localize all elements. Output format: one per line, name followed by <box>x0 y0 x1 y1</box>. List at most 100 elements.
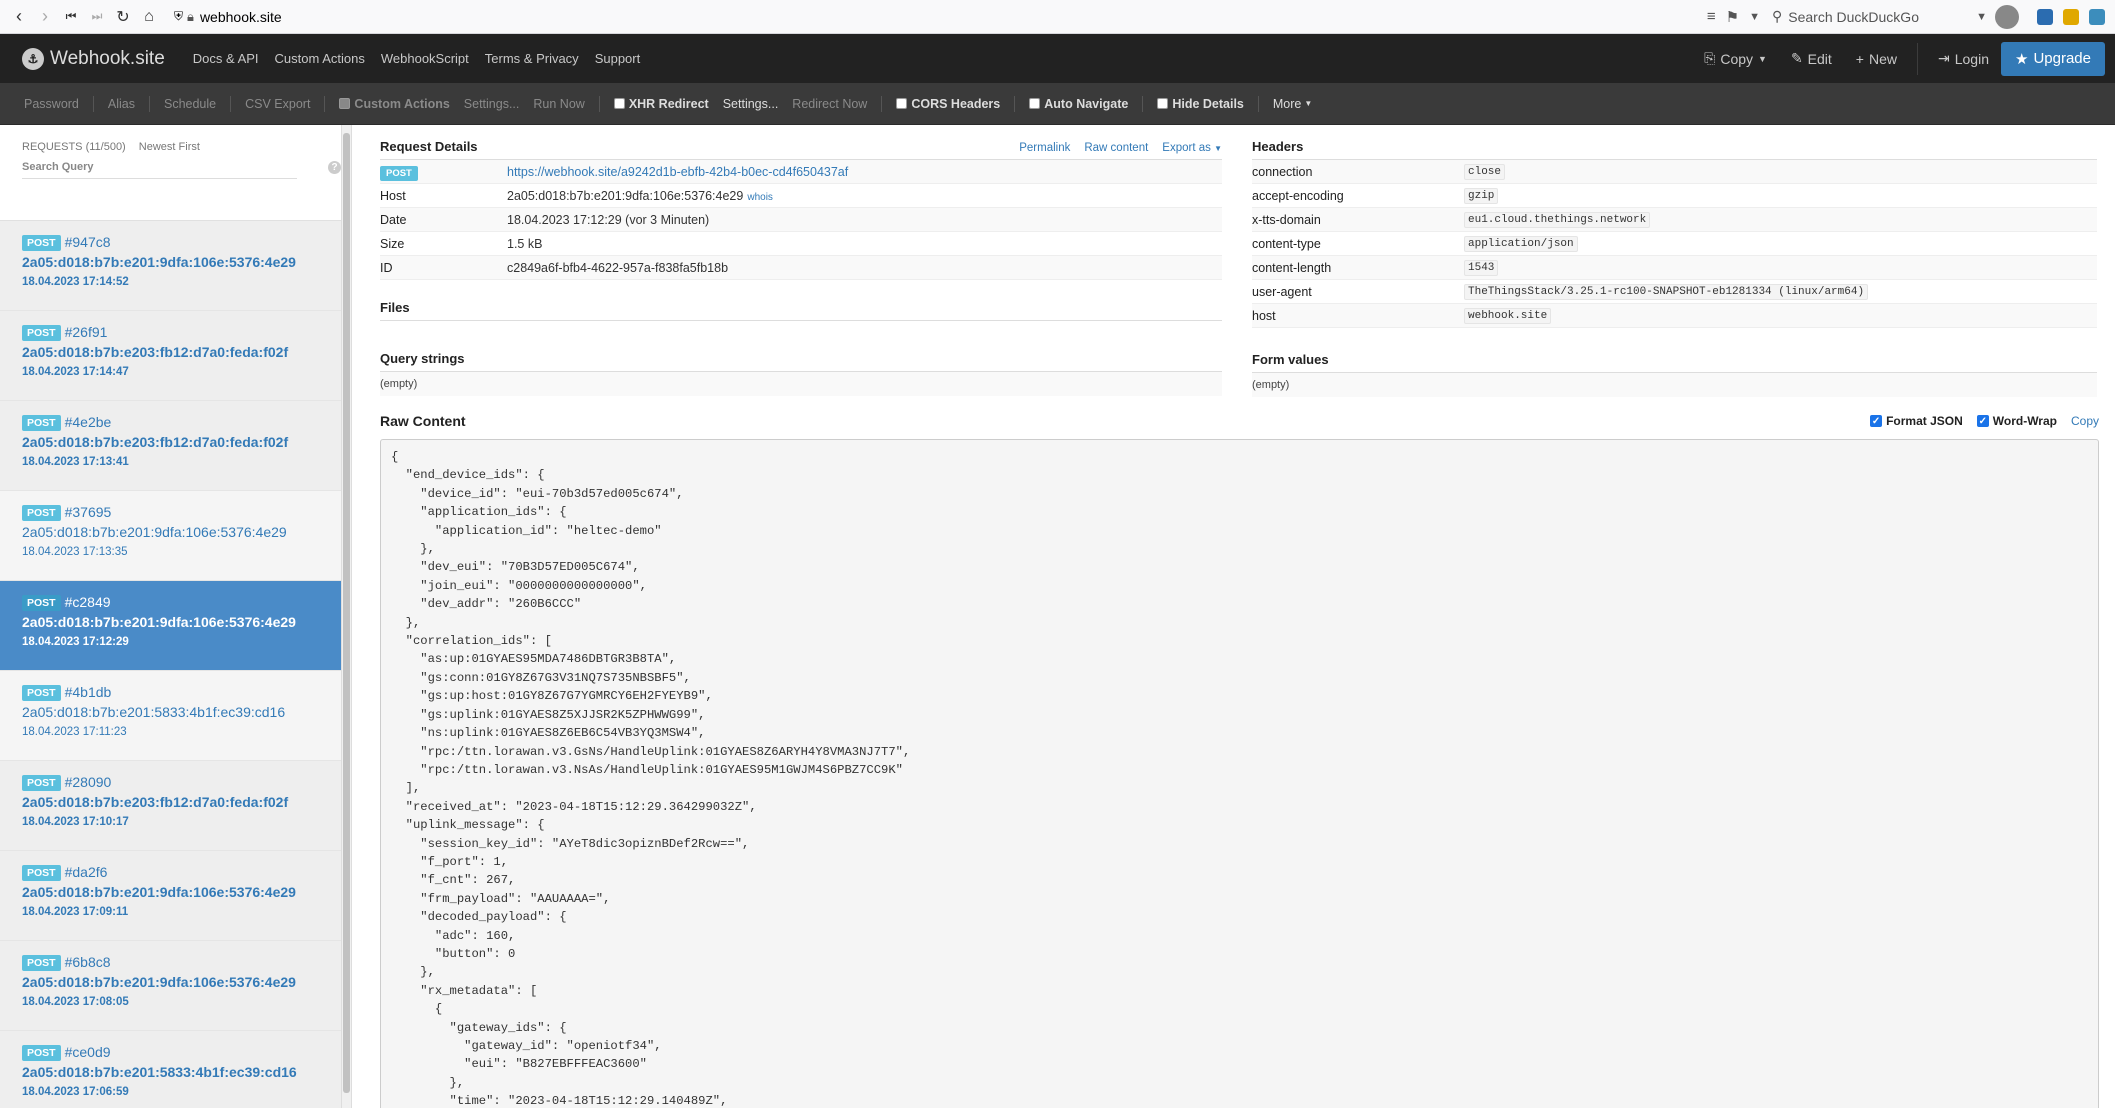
request-details-title: Request Details <box>380 139 478 154</box>
extension-puzzle-icon[interactable] <box>2089 8 2105 25</box>
extension-shield-icon[interactable] <box>2037 8 2053 25</box>
cors-headers-checkbox[interactable] <box>896 98 908 109</box>
toolbar-divider <box>230 95 232 112</box>
request-time: 18.04.2023 17:10:17 <box>22 816 129 828</box>
toolbar-divider <box>324 95 326 112</box>
raw-content-link[interactable]: Raw content <box>1084 142 1148 154</box>
search-query-input[interactable]: Search Query ? <box>22 161 341 179</box>
alias-link[interactable]: Alias <box>108 97 135 111</box>
method-badge: POST <box>22 1045 61 1061</box>
request-id: #947c8 <box>64 234 111 250</box>
header-value: gzip <box>1464 187 1499 204</box>
toolbar-divider <box>1014 95 1016 112</box>
request-list-item[interactable]: POST #da2f6 2a05:d018:b7b:e201:9dfa:106e:5… <box>0 851 351 941</box>
reload-icon[interactable]: ↻ <box>110 4 136 30</box>
nav-docs-api[interactable]: Docs & API <box>193 51 259 66</box>
edit-label: Edit <box>1807 50 1832 67</box>
extension-icon[interactable] <box>2063 8 2079 25</box>
home-icon[interactable]: ⌂ <box>136 4 162 30</box>
account-avatar-icon[interactable] <box>1995 4 2019 29</box>
host-value: 2a05:d018:b7b:e201:9dfa:106e:5376:4e29 <box>507 188 744 203</box>
auto-navigate-checkbox[interactable] <box>1029 98 1041 109</box>
caret-icon: ▼ <box>1214 144 1222 153</box>
xhr-redirect-toggle[interactable]: XHR Redirect <box>613 97 709 111</box>
whois-link[interactable]: whois <box>747 192 773 203</box>
custom-actions-toggle[interactable]: Custom Actions <box>339 97 450 111</box>
header-value: eu1.cloud.thethings.network <box>1464 211 1651 228</box>
raw-content-body[interactable]: { "end_device_ids": { "device_id": "eui-… <box>380 439 2099 1108</box>
request-list-item[interactable]: POST #4b1db 2a05:d018:b7b:e201:5833:4b1f:e… <box>0 671 351 761</box>
header-value: webhook.site <box>1464 307 1552 324</box>
request-list-item[interactable]: POST #947c8 2a05:d018:b7b:e201:9dfa:106e:5… <box>0 221 351 311</box>
request-list-item[interactable]: POST #c2849 2a05:d018:b7b:e201:9dfa:106e:5… <box>0 581 351 671</box>
hide-details-checkbox[interactable] <box>1157 98 1169 109</box>
request-ip: 2a05:d018:b7b:e201:9dfa:106e:5376:4e29 <box>22 254 296 270</box>
format-json-toggle[interactable]: ✓ Format JSON <box>1870 414 1963 428</box>
request-url-link[interactable]: https://webhook.site/a9242d1b-ebfb-42b4-… <box>507 165 848 179</box>
browser-search[interactable]: ⚲ Search DuckDuckGo ▼ <box>1772 4 1987 30</box>
request-list-item[interactable]: POST #4e2be 2a05:d018:b7b:e203:fb12:d7a0:f… <box>0 401 351 491</box>
redirect-now-link[interactable]: Redirect Now <box>792 97 867 111</box>
skip-forward-icon[interactable]: ⏭ <box>84 4 110 30</box>
caret-icon: ▼ <box>1304 99 1313 108</box>
login-button[interactable]: ⇥ Login <box>1926 50 2001 67</box>
new-button[interactable]: + New <box>1844 51 1909 67</box>
files-title: Files <box>380 300 410 315</box>
address-bar[interactable]: ⛨ 🔒︎ webhook.site <box>174 4 1707 30</box>
method-badge: POST <box>22 235 61 251</box>
request-list-item[interactable]: POST #26f91 2a05:d018:b7b:e203:fb12:d7a0:f… <box>0 311 351 401</box>
request-id: #ce0d9 <box>64 1044 111 1060</box>
copy-raw-button[interactable]: Copy <box>2071 414 2099 428</box>
host-row: Host 2a05:d018:b7b:e201:9dfa:106e:5376:4… <box>380 184 1222 208</box>
reader-icon[interactable]: ≡ <box>1707 8 1716 25</box>
schedule-link[interactable]: Schedule <box>164 97 216 111</box>
permalink-link[interactable]: Permalink <box>1019 142 1070 154</box>
more-label: More <box>1272 96 1302 111</box>
request-list-item[interactable]: POST #6b8c8 2a05:d018:b7b:e201:9dfa:106e:5… <box>0 941 351 1031</box>
skip-back-icon[interactable]: ⏮ <box>58 4 84 30</box>
request-list-item[interactable]: POST #28090 2a05:d018:b7b:e203:fb12:d7a0:f… <box>0 761 351 851</box>
nav-support[interactable]: Support <box>595 51 641 66</box>
nav-terms-privacy[interactable]: Terms & Privacy <box>485 51 579 66</box>
cors-headers-toggle[interactable]: CORS Headers <box>896 97 1000 111</box>
upgrade-button[interactable]: ★ Upgrade <box>2001 41 2105 76</box>
copy-icon: ⎘ <box>1704 50 1716 66</box>
custom-actions-checkbox[interactable] <box>339 98 351 109</box>
word-wrap-label: Word-Wrap <box>1992 414 2057 428</box>
size-value: 1.5 kB <box>507 236 543 251</box>
nav-webhookscript[interactable]: WebhookScript <box>381 51 469 66</box>
csv-export-link[interactable]: CSV Export <box>245 97 310 111</box>
format-json-checkbox[interactable]: ✓ <box>1870 415 1883 427</box>
search-dropdown-icon[interactable]: ▼ <box>1976 11 1987 23</box>
word-wrap-checkbox[interactable]: ✓ <box>1976 415 1989 427</box>
action-toolbar: Password Alias Schedule CSV Export Custo… <box>0 83 2115 125</box>
forward-icon[interactable]: › <box>32 4 58 30</box>
hide-details-toggle[interactable]: Hide Details <box>1157 97 1244 111</box>
help-icon[interactable]: ? <box>328 161 341 174</box>
brand[interactable]: ⚓︎ Webhook.site <box>22 47 165 70</box>
request-time: 18.04.2023 17:11:23 <box>22 726 127 738</box>
xhr-settings-link[interactable]: Settings... <box>723 97 779 111</box>
request-list-item[interactable]: POST #37695 2a05:d018:b7b:e201:9dfa:106e:5… <box>0 491 351 581</box>
bookmark-icon[interactable]: ⚑ <box>1726 8 1739 26</box>
export-as-dropdown[interactable]: Export as ▼ <box>1162 142 1222 154</box>
edit-button[interactable]: ✎ Edit <box>1779 50 1844 67</box>
password-link[interactable]: Password <box>24 97 79 111</box>
request-list-item[interactable]: POST #ce0d9 2a05:d018:b7b:e201:5833:4b1f:e… <box>0 1031 351 1108</box>
sort-order-link[interactable]: Newest First <box>139 141 200 153</box>
dropdown-icon[interactable]: ▼ <box>1749 11 1760 23</box>
scrollbar-thumb[interactable] <box>343 133 350 1093</box>
word-wrap-toggle[interactable]: ✓ Word-Wrap <box>1976 414 2057 428</box>
back-icon[interactable]: ‹ <box>6 4 32 30</box>
request-id: #26f91 <box>64 324 108 340</box>
copy-button[interactable]: ⎘ Copy ▼ <box>1692 50 1779 67</box>
run-now-link[interactable]: Run Now <box>533 97 584 111</box>
more-dropdown[interactable]: More ▼ <box>1273 97 1312 111</box>
nav-custom-actions[interactable]: Custom Actions <box>275 51 365 66</box>
sidebar-scrollbar[interactable] <box>341 125 351 1108</box>
custom-actions-settings[interactable]: Settings... <box>464 97 520 111</box>
headers-title: Headers <box>1252 139 1304 154</box>
caret-icon: ▼ <box>1758 53 1767 64</box>
xhr-redirect-checkbox[interactable] <box>613 98 625 109</box>
auto-navigate-toggle[interactable]: Auto Navigate <box>1029 97 1128 111</box>
